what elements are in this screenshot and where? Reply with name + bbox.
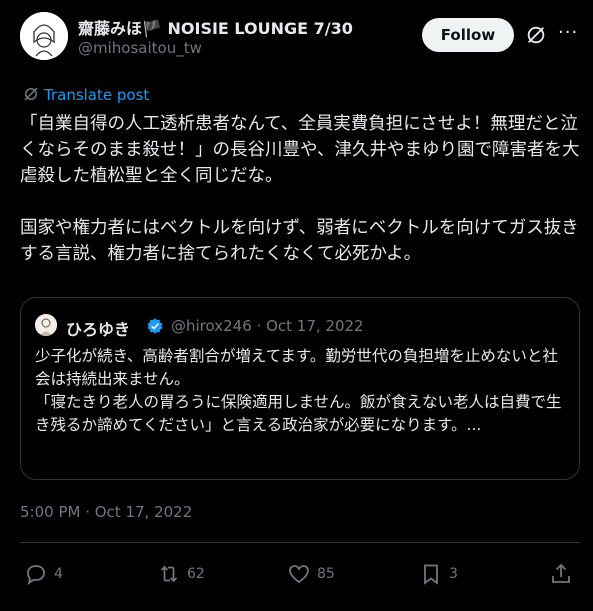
- tweet-paragraph: 国家や権力者にはベクトルを向けず、弱者にベクトルを向けてガス抜きする言説、権力者…: [20, 218, 579, 264]
- repost-count: 62: [187, 566, 205, 582]
- separator: ·: [256, 317, 262, 335]
- like-button[interactable]: 85: [287, 562, 335, 586]
- heart-icon: [289, 565, 309, 584]
- quoted-tweet[interactable]: ひろゆき @hirox246 · Oct 17, 2022 少子化が続き、高齢者…: [20, 297, 580, 480]
- reply-count: 4: [54, 566, 63, 582]
- share-button[interactable]: [549, 562, 573, 586]
- reply-button[interactable]: 4: [24, 562, 63, 586]
- quoted-handle: @hirox246: [171, 317, 252, 335]
- action-bar: 4 62 85 3: [20, 562, 580, 590]
- author-handle[interactable]: @mihosaitou_tw: [78, 39, 202, 57]
- translate-icon: [24, 87, 38, 101]
- quoted-date: Oct 17, 2022: [266, 317, 364, 335]
- more-options-icon[interactable]: ···: [558, 22, 578, 43]
- like-count: 85: [317, 566, 335, 582]
- quoted-author-name: ひろゆき: [66, 320, 131, 339]
- translate-label[interactable]: Translate post: [44, 86, 149, 104]
- share-icon: [552, 563, 570, 583]
- bookmark-count: 3: [449, 566, 458, 582]
- quoted-author-avatar: [35, 314, 57, 336]
- tweet-timestamp[interactable]: 5:00 PM · Oct 17, 2022: [20, 503, 192, 521]
- quoted-paragraph: 少子化が続き、高齢者割合が増えてます。勤労世代の負担増を止めないと社会は持続出来…: [35, 347, 558, 388]
- tweet-body: 「自業自得の人工透析患者なんて、全員実費負担にさせよ！無理だと泣くならそのまま殺…: [20, 111, 580, 293]
- translate-link[interactable]: Translate post: [22, 85, 149, 104]
- quoted-text: 少子化が続き、高齢者割合が増えてます。勤労世代の負担増を止めないと社会は持続出来…: [35, 345, 571, 437]
- bookmark-icon: [424, 564, 438, 585]
- tweet-header: 齋藤みほ🏴 NOISIE LOUNGE 7/30 @mihosaitou_tw …: [20, 12, 580, 60]
- reply-icon: [27, 565, 45, 586]
- bookmark-button[interactable]: 3: [419, 562, 458, 586]
- divider: [20, 542, 580, 543]
- repost-icon: [160, 565, 178, 583]
- author-name[interactable]: 齋藤みほ🏴 NOISIE LOUNGE 7/30: [78, 15, 353, 39]
- repost-button[interactable]: 62: [157, 562, 205, 586]
- author-avatar[interactable]: [20, 12, 68, 60]
- grok-icon[interactable]: [525, 24, 547, 46]
- quoted-paragraph: 「寝たきり老人の胃ろうに保険適用しません。飯が食えない老人は自費で生き残るか諦め…: [35, 393, 562, 434]
- verified-badge-icon: [147, 318, 163, 334]
- quoted-meta: @hirox246 · Oct 17, 2022: [171, 317, 364, 335]
- follow-button[interactable]: Follow: [422, 18, 514, 52]
- tweet-paragraph: 「自業自得の人工透析患者なんて、全員実費負担にさせよ！無理だと泣くならそのまま殺…: [20, 114, 580, 186]
